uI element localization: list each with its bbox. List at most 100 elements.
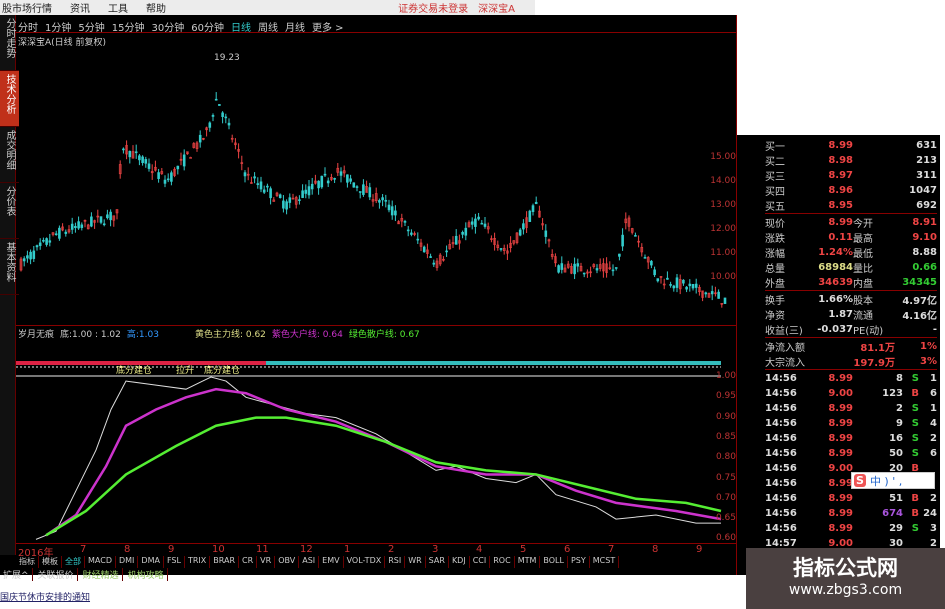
candle [557,265,560,273]
candle [138,155,141,161]
candle [403,221,407,223]
price-tick: 14.00 [710,176,736,186]
candle [445,250,448,253]
indicator-tab[interactable]: CCI [470,556,491,568]
candle [320,175,324,188]
indicator-tab[interactable]: ROC [490,556,515,568]
tick-row: 14:56 8.99 50 S 6 [765,446,937,460]
candle [518,229,522,236]
indicator-tab[interactable]: CR [239,556,258,568]
candle [214,98,218,101]
signal-label: 底分建仓 [116,364,152,376]
yellow-line [35,376,721,540]
current-stock: 深深宝A [478,4,515,15]
bid-row: 买五 8.95 692 [765,198,937,213]
sub-tab[interactable]: 机构攻略 [125,568,168,581]
month-label: 11 [256,544,269,555]
candle [483,223,487,227]
notice-link[interactable]: 国庆节休市安排的通知 [0,590,90,603]
tick-row-cell: S [911,432,919,444]
menu-tools[interactable]: 工具 [108,0,128,15]
tick-row-cell: 14:56 [765,507,797,519]
tick-row-cell: 8.99 [828,492,853,504]
candle [378,200,381,203]
stat-row-cell: 内盘 [853,278,873,290]
candle [544,230,548,237]
stat-row-cell: 总量 [765,263,785,275]
month-label: 8 [652,544,659,555]
indicator-tab[interactable]: MACD [85,556,116,568]
indicator-tab[interactable]: BOLL [540,556,568,568]
tick-row-cell: 2 [896,402,903,414]
candle [74,225,77,229]
candle [253,176,256,179]
tick-row: 14:56 8.99 9 S 4 [765,416,937,430]
tick-row-cell: 8.99 [828,447,853,459]
tick-row-cell: 24 [923,507,937,519]
menu-help[interactable]: 帮助 [146,0,166,15]
indicator-tab[interactable]: WR [405,556,426,568]
indicator-tab[interactable]: VOL-TDX [344,556,386,568]
menu-market[interactable]: 股市场行情 [2,0,52,15]
indicator-tab[interactable]: 模板 [39,556,62,568]
indicator-tab[interactable]: 全部 [62,556,85,568]
tick-row-cell: 4 [930,417,937,429]
indicator-tab[interactable]: ASI [299,556,320,568]
indicator-tab[interactable]: 指标 [16,556,39,568]
login-status[interactable]: 证券交易未登录 [398,0,468,15]
indicator-tick: 0.75 [715,472,736,483]
menu-news[interactable]: 资讯 [70,0,90,15]
indicator-tab[interactable]: OBV [275,556,300,568]
candle [323,173,327,176]
candle [48,240,52,243]
quote-panel: 买一 8.99 631 买二 8.98 213 买三 8.97 311 买四 8.96 1047 买五 8… [737,135,940,575]
indicator-tab[interactable]: KDJ [449,556,470,568]
indicator-tab[interactable]: PSY [568,556,590,568]
candle [688,283,692,287]
bid-row-cell: 买一 [765,141,785,153]
sub-tab[interactable]: 关联报价 [35,568,78,581]
bid-row-cell: 8.99 [828,139,853,151]
tick-row-cell: 8.99 [828,417,853,429]
price-tick: 15.00 [710,152,736,162]
stat-row-cell: 股本 [853,295,873,307]
stat-row: 现价 8.99 今开 8.91 [765,215,937,230]
indicator-tab[interactable]: MCST [590,556,620,568]
indicator-tab[interactable]: EMV [319,556,344,568]
indicator-tab[interactable]: DMA [138,556,164,568]
sub-tab[interactable]: 财经精选 [80,568,123,581]
candle [410,232,413,235]
sub-tab[interactable]: 扩展^ [0,568,33,581]
candle [211,115,215,117]
watermark-url: www.zbgs3.com [788,582,903,598]
candle [634,235,637,237]
candle [282,200,285,209]
stat-row-cell: 1.24% [818,246,853,258]
tick-row-cell: 1 [930,372,937,384]
indicator-tab[interactable]: SAR [426,556,449,568]
stat-row-cell: 8.88 [912,246,937,258]
flow-row-cell: 197.9万 [853,357,895,369]
indicator-tab[interactable]: MTM [515,556,541,568]
candle [80,224,84,228]
candle [189,157,192,159]
month-label: 1 [344,544,351,555]
candle [474,218,477,227]
candle [358,191,362,193]
indicator-tab[interactable]: BRAR [210,556,240,568]
indicator-tab[interactable]: RSI [385,556,406,568]
candle [35,245,39,248]
indicator-tab[interactable]: VR [257,556,276,568]
candle [675,277,679,288]
indicator-tab[interactable]: DMI [116,556,139,568]
indicator-tab[interactable]: TRIX [185,556,211,568]
bid-row-cell: 213 [916,154,937,166]
candle [64,231,68,234]
ime-toolbar[interactable]: S中 ) ' , [851,472,935,489]
indicator-tab[interactable]: FSL [164,556,185,568]
candle [595,268,599,271]
kline-chart[interactable]: 19.23底分建仓 拉升 底分建仓 [16,15,736,543]
month-label: 4 [476,544,483,555]
tick-row-cell: S [911,372,919,384]
indicator-tick: 0.70 [715,492,736,503]
